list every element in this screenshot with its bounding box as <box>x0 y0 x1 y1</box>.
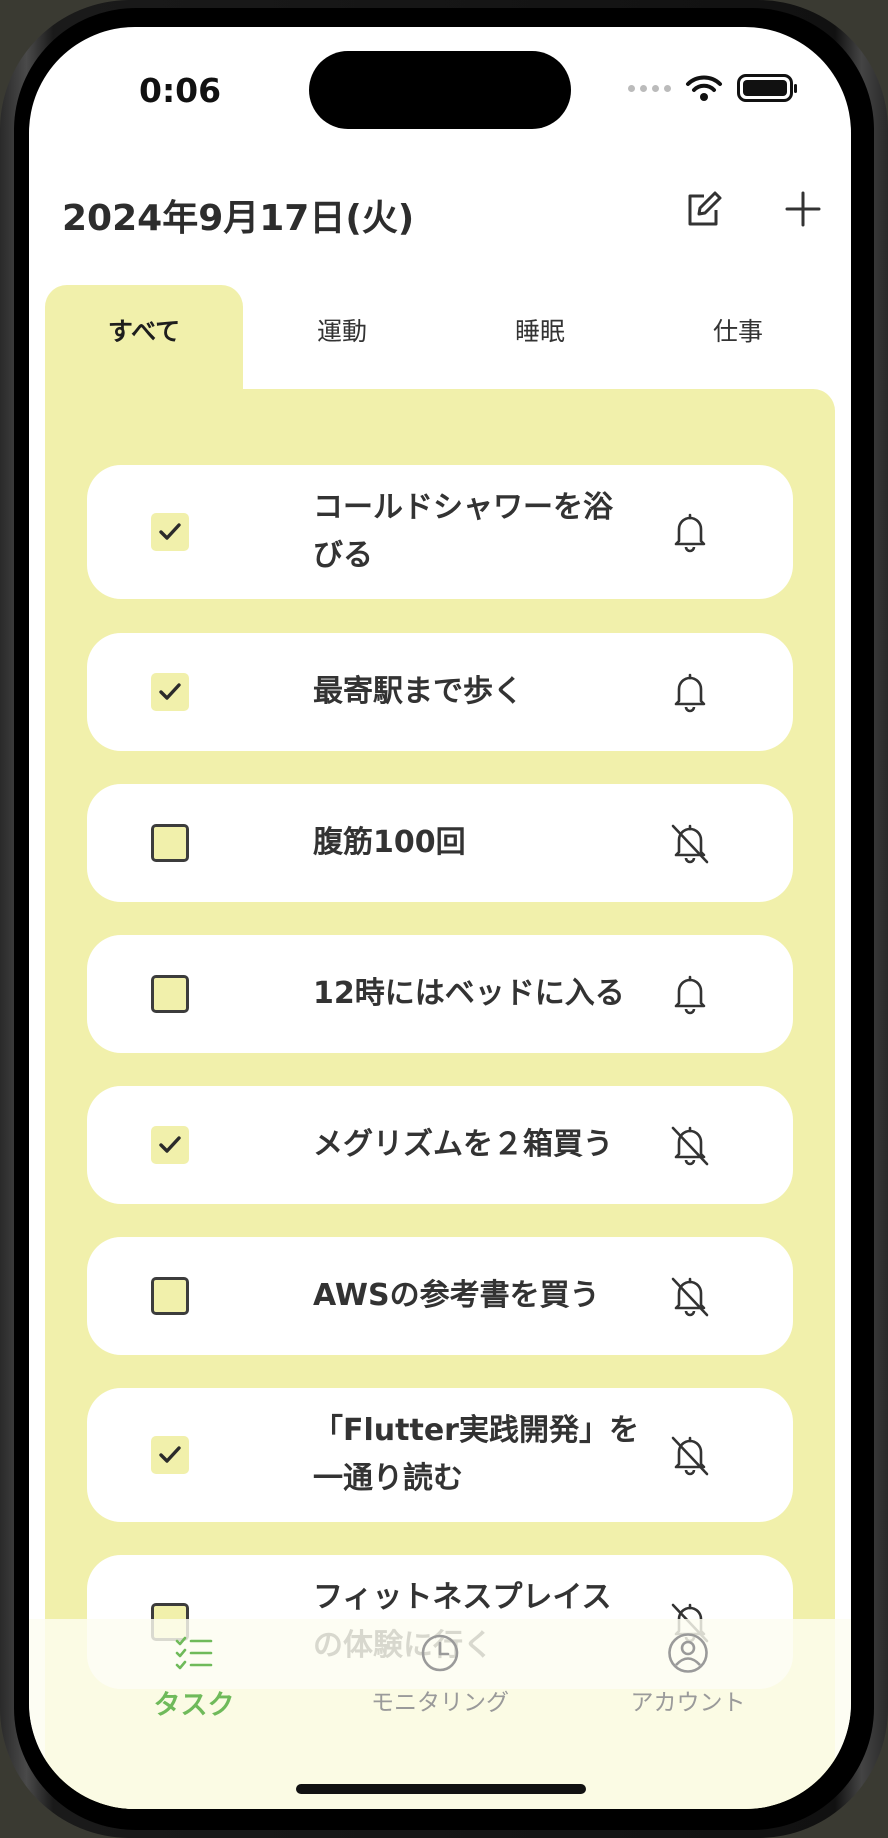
nav-account-label: アカウント <box>630 1690 746 1716</box>
task-title-line: 「Flutter実践開発」を <box>313 1413 639 1448</box>
phone-frame: 0:06 2024年9月17日(火) すべて 運動 睡眠 仕事 コールドシャワー… <box>0 0 888 1838</box>
task-checkbox[interactable] <box>151 824 189 862</box>
bell-off-icon <box>671 1277 709 1317</box>
bell-icon <box>674 673 706 713</box>
task-title: 最寄駅まで歩く <box>313 668 643 716</box>
task-card[interactable]: AWSの参考書を買う <box>87 1237 793 1355</box>
checkmark-icon <box>159 1136 181 1153</box>
app-screen: 0:06 2024年9月17日(火) すべて 運動 睡眠 仕事 コールドシャワー… <box>29 27 851 1809</box>
task-title-line: コールドシャワーを浴 <box>313 490 613 525</box>
reminder-off-toggle[interactable] <box>667 1432 713 1478</box>
tab-sleep[interactable]: 睡眠 <box>441 285 639 389</box>
dynamic-island <box>309 51 571 129</box>
reminder-on-toggle[interactable] <box>667 971 713 1017</box>
checkmark-icon <box>159 523 181 540</box>
task-title: 腹筋100回 <box>313 819 643 867</box>
reminder-off-toggle[interactable] <box>667 820 713 866</box>
page-title: 2024年9月17日(火) <box>62 198 415 239</box>
reminder-off-toggle[interactable] <box>667 1122 713 1168</box>
nav-monitoring-label: モニタリング <box>371 1690 509 1716</box>
checkmark-icon <box>159 683 181 700</box>
nav-tasks-label: タスク <box>153 1690 235 1721</box>
category-tabs: すべて 運動 睡眠 仕事 <box>45 285 835 389</box>
tab-exercise[interactable]: 運動 <box>243 285 441 389</box>
status-icons <box>628 73 797 103</box>
task-title-line: 最寄駅まで歩く <box>313 674 523 709</box>
reminder-off-toggle[interactable] <box>667 1273 713 1319</box>
task-card[interactable]: メグリズムを２箱買う <box>87 1086 793 1204</box>
bell-off-icon <box>671 1126 709 1166</box>
home-indicator <box>296 1784 586 1794</box>
add-task-button[interactable] <box>777 183 829 235</box>
task-checkbox-checked[interactable] <box>151 1126 189 1164</box>
bell-off-icon <box>671 1436 709 1476</box>
task-list-icon <box>175 1636 213 1670</box>
nav-account[interactable]: アカウント <box>578 1629 798 1717</box>
task-title: AWSの参考書を買う <box>313 1272 643 1320</box>
edit-icon <box>688 191 722 226</box>
task-title-line: メグリズムを２箱買う <box>313 1127 613 1162</box>
wifi-icon <box>686 75 722 101</box>
plus-icon <box>785 191 821 227</box>
task-title-line: びる <box>313 538 373 573</box>
task-title-line: フィットネスプレイス <box>313 1580 612 1615</box>
task-title: メグリズムを２箱買う <box>313 1121 643 1169</box>
reminder-on-toggle[interactable] <box>667 669 713 715</box>
nav-tasks[interactable]: タスク <box>84 1629 304 1722</box>
bell-icon <box>674 513 706 553</box>
task-checkbox-checked[interactable] <box>151 1436 189 1474</box>
bell-off-icon <box>671 824 709 864</box>
task-title-line: 腹筋100回 <box>313 825 466 860</box>
tab-all[interactable]: すべて <box>45 285 243 389</box>
edit-button[interactable] <box>677 183 729 235</box>
task-card[interactable]: 最寄駅まで歩く <box>87 633 793 751</box>
task-title-line: 12時にはベッドに入る <box>313 976 625 1011</box>
task-checkbox-checked[interactable] <box>151 513 189 551</box>
task-checkbox[interactable] <box>151 1277 189 1315</box>
task-title-line: AWSの参考書を買う <box>313 1278 600 1313</box>
tab-work[interactable]: 仕事 <box>639 285 837 389</box>
task-checkbox-checked[interactable] <box>151 673 189 711</box>
task-title: コールドシャワーを浴 びる <box>313 484 643 580</box>
task-card[interactable]: 「Flutter実践開発」を 一通り読む <box>87 1388 793 1522</box>
cellular-signal-icon <box>628 84 671 92</box>
bottom-nav: タスク モニタリング アカウント <box>29 1619 851 1809</box>
reminder-on-toggle[interactable] <box>667 509 713 555</box>
task-checkbox[interactable] <box>151 975 189 1013</box>
clock-icon <box>421 1634 459 1672</box>
battery-icon <box>737 74 797 102</box>
task-card[interactable]: コールドシャワーを浴 びる <box>87 465 793 599</box>
task-card[interactable]: 腹筋100回 <box>87 784 793 902</box>
nav-monitoring[interactable]: モニタリング <box>330 1629 550 1717</box>
bell-icon <box>674 975 706 1015</box>
task-title: 12時にはベッドに入る <box>313 970 643 1018</box>
task-title: 「Flutter実践開発」を 一通り読む <box>313 1407 643 1503</box>
task-title-line: 一通り読む <box>313 1461 463 1496</box>
account-icon <box>668 1633 708 1673</box>
status-time: 0:06 <box>139 71 222 110</box>
task-card[interactable]: 12時にはベッドに入る <box>87 935 793 1053</box>
checkmark-icon <box>159 1446 181 1463</box>
